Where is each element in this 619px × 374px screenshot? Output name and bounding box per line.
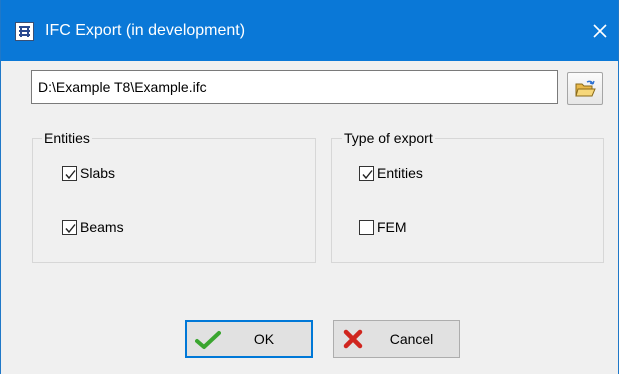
checkbox-checked-icon[interactable] [62, 219, 77, 235]
app-structure-icon [15, 22, 34, 41]
fem-checkbox[interactable]: FEM [359, 218, 407, 236]
entities-label: Entities [377, 165, 423, 181]
beams-checkbox[interactable]: Beams [62, 218, 124, 236]
entities-groupbox: Entities [32, 129, 316, 263]
browse-button[interactable] [567, 72, 603, 105]
close-icon[interactable] [582, 14, 618, 46]
checkbox-unchecked-icon[interactable] [359, 219, 374, 235]
checkbox-checked-icon[interactable] [359, 165, 374, 181]
open-folder-icon [575, 80, 596, 97]
window-title: IFC Export (in development) [45, 22, 246, 39]
ok-label: OK [253, 331, 275, 347]
slabs-label: Slabs [80, 165, 116, 181]
cancel-label: Cancel [389, 331, 434, 347]
entities-group-label: Entities [42, 129, 92, 147]
checkbox-checked-icon[interactable] [62, 165, 77, 181]
cancel-button[interactable]: Cancel [333, 320, 460, 358]
beams-label: Beams [80, 219, 124, 235]
entities-checkbox[interactable]: Entities [359, 164, 423, 182]
ifc-export-dialog: IFC Export (in development) Entities Sla… [0, 0, 619, 374]
type-of-export-groupbox: Type of export [331, 129, 604, 263]
title-bar[interactable]: IFC Export (in development) [1, 0, 618, 61]
fem-label: FEM [377, 219, 407, 235]
slabs-checkbox[interactable]: Slabs [62, 164, 115, 182]
ok-button[interactable]: OK [185, 320, 313, 358]
file-path-input[interactable] [31, 70, 558, 104]
type-of-export-group-label: Type of export [342, 129, 435, 147]
